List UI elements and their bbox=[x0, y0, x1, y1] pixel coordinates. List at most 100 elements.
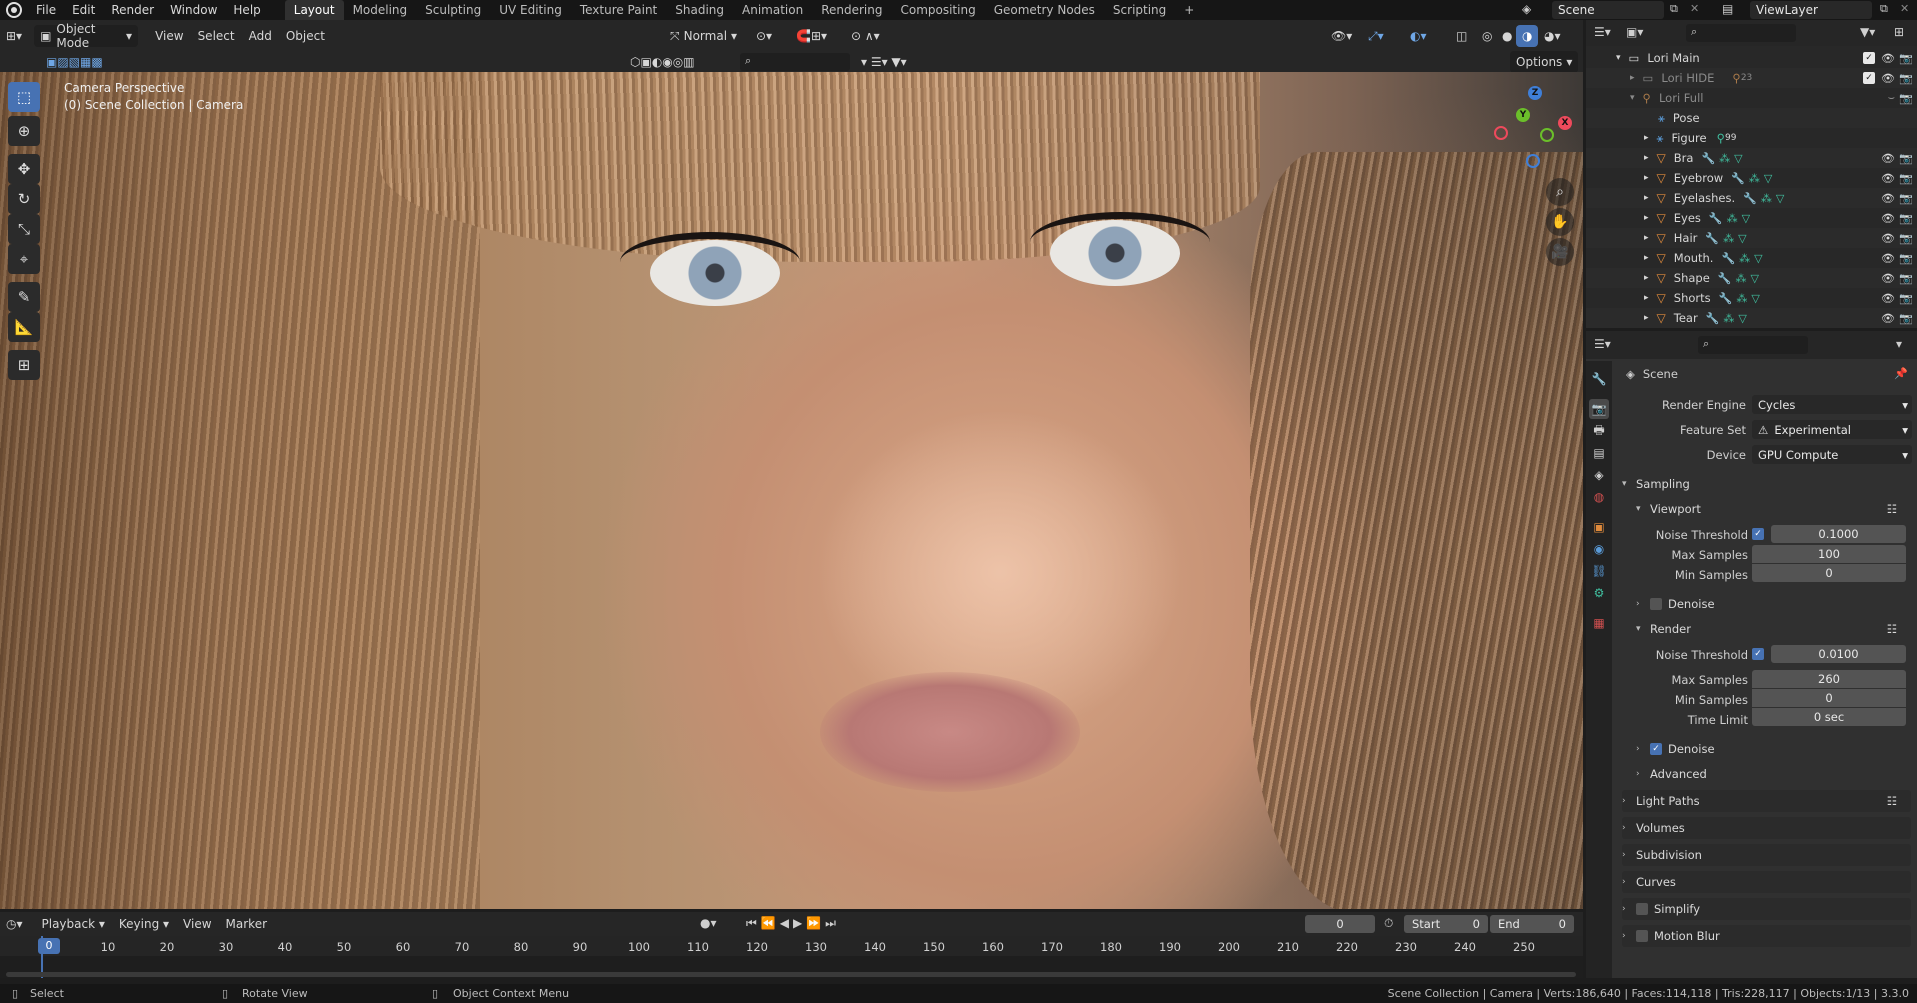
playhead[interactable]: 0 bbox=[38, 938, 60, 954]
tab-shading[interactable]: Shading bbox=[666, 0, 733, 20]
outliner-row-hair[interactable]: ▸ ▽ Hair 🔧 ⁂ ▽ 👁 📷 bbox=[1586, 228, 1917, 248]
outliner-row-pose[interactable]: ⚹ Pose bbox=[1586, 108, 1917, 128]
motion-blur-checkbox[interactable] bbox=[1636, 930, 1648, 942]
render-camera-icon[interactable]: 📷 bbox=[1899, 172, 1913, 185]
eye-icon[interactable]: 👁 bbox=[1881, 152, 1895, 165]
render-camera-icon[interactable]: 📷 bbox=[1899, 192, 1913, 205]
menu-select[interactable]: Select bbox=[191, 29, 242, 43]
mode-selector[interactable]: ▣ Object Mode ▾ bbox=[34, 22, 139, 50]
advanced-subpanel[interactable]: › Advanced bbox=[1636, 763, 1911, 785]
simplify-panel[interactable]: › Simplify bbox=[1622, 898, 1911, 920]
tab-layout[interactable]: Layout bbox=[284, 0, 344, 20]
outliner-row-eyes[interactable]: ▸ ▽ Eyes 🔧 ⁂ ▽ 👁 📷 bbox=[1586, 208, 1917, 228]
menu-render[interactable]: Render bbox=[103, 0, 162, 20]
eye-hidden-icon[interactable]: ⌣ bbox=[1888, 91, 1895, 105]
tab-animation[interactable]: Animation bbox=[733, 0, 812, 20]
menu-view[interactable]: View bbox=[148, 29, 190, 43]
overlay-toggle-icon[interactable]: ◐▾ bbox=[1404, 25, 1433, 47]
render-subpanel-header[interactable]: ▾ Render ☷ bbox=[1636, 618, 1911, 640]
viewport-subpanel-header[interactable]: ▾ Viewport ☷ bbox=[1636, 498, 1911, 520]
cursor-tool[interactable]: ⊕ bbox=[8, 116, 40, 146]
volumes-panel[interactable]: › Volumes bbox=[1622, 817, 1911, 839]
outliner-row-tear[interactable]: ▸ ▽ Tear 🔧 ⁂ ▽ 👁 📷 bbox=[1586, 308, 1917, 328]
pin-icon[interactable]: 📌 bbox=[1894, 367, 1908, 380]
tab-texture-paint[interactable]: Texture Paint bbox=[571, 0, 666, 20]
time-limit-field[interactable]: 0 sec bbox=[1752, 708, 1906, 726]
render-camera-icon[interactable]: 📷 bbox=[1899, 292, 1913, 305]
menu-playback[interactable]: Playback ▾ bbox=[35, 917, 112, 931]
vp-noise-threshold-checkbox[interactable]: ✓ bbox=[1752, 528, 1764, 540]
list-icon[interactable]: ☷ bbox=[1887, 502, 1897, 516]
list-icon[interactable]: ☷ bbox=[1887, 794, 1897, 808]
proportional-edit-icon[interactable]: ⊙ ∧▾ bbox=[845, 25, 886, 47]
tab-rendering[interactable]: Rendering bbox=[812, 0, 891, 20]
start-frame-field[interactable]: Start 0 bbox=[1404, 915, 1488, 933]
tool-tab-icon[interactable]: 🔧 bbox=[1589, 369, 1609, 389]
properties-search-input[interactable]: ⌕ bbox=[1698, 336, 1808, 354]
measure-tool[interactable]: 📐 bbox=[8, 312, 40, 342]
filter-icon[interactable]: ▼▾ bbox=[1860, 25, 1875, 39]
close-icon[interactable]: ✕ bbox=[1900, 2, 1909, 15]
tab-sculpting[interactable]: Sculpting bbox=[416, 0, 490, 20]
pan-hand-icon[interactable]: ✋ bbox=[1546, 208, 1574, 236]
menu-marker[interactable]: Marker bbox=[219, 917, 274, 931]
data-tab-icon[interactable]: ⚙ bbox=[1589, 583, 1609, 603]
vp-max-samples-field[interactable]: 100 bbox=[1752, 545, 1906, 563]
gizmo-neg-x[interactable] bbox=[1494, 126, 1508, 140]
eye-icon[interactable]: 👁 bbox=[1881, 192, 1895, 205]
outliner-row-lori-main[interactable]: ▾ ▭ Lori Main ✓ 👁 📷 bbox=[1586, 48, 1917, 68]
r-noise-threshold-checkbox[interactable]: ✓ bbox=[1752, 648, 1764, 660]
menu-edit[interactable]: Edit bbox=[64, 0, 103, 20]
view-filter-icon[interactable]: ▾ ☰▾ ▼▾ bbox=[855, 51, 913, 73]
r-denoise-subpanel[interactable]: › ✓ Denoise bbox=[1636, 738, 1911, 760]
light-paths-panel[interactable]: › Light Paths ☷ bbox=[1622, 790, 1911, 812]
menu-file[interactable]: File bbox=[28, 0, 64, 20]
outliner-row-mouth[interactable]: ▸ ▽ Mouth. 🔧 ⁂ ▽ 👁 📷 bbox=[1586, 248, 1917, 268]
r-min-samples-field[interactable]: 0 bbox=[1752, 689, 1906, 707]
expand-arrow-icon[interactable]: ▸ bbox=[1644, 233, 1649, 243]
render-camera-icon[interactable]: 📷 bbox=[1899, 312, 1913, 325]
expand-arrow-icon[interactable]: ▸ bbox=[1644, 133, 1649, 143]
view-layer-tab-icon[interactable]: ▤ bbox=[1589, 443, 1609, 463]
eye-icon[interactable]: 👁 bbox=[1881, 252, 1895, 265]
vp-min-samples-field[interactable]: 0 bbox=[1752, 564, 1906, 582]
rendered-shading-icon[interactable]: ◕▾ bbox=[1538, 25, 1567, 47]
outliner-row-shape[interactable]: ▸ ▽ Shape 🔧 ⁂ ▽ 👁 📷 bbox=[1586, 268, 1917, 288]
viewport-search-input[interactable]: ⌕ bbox=[740, 53, 850, 71]
tab-compositing[interactable]: Compositing bbox=[891, 0, 984, 20]
expand-arrow-icon[interactable]: ▸ bbox=[1644, 193, 1649, 203]
r-denoise-checkbox[interactable]: ✓ bbox=[1650, 743, 1662, 755]
annotate-tool[interactable]: ✎ bbox=[8, 282, 40, 312]
sampling-panel-header[interactable]: ▾ Sampling bbox=[1622, 473, 1911, 495]
editor-type-icon[interactable]: ◷▾ bbox=[0, 913, 29, 935]
feature-set-dropdown[interactable]: ⚠ Experimental ▾ bbox=[1752, 420, 1912, 439]
render-camera-icon[interactable]: 📷 bbox=[1899, 252, 1913, 265]
device-dropdown[interactable]: GPU Compute ▾ bbox=[1752, 445, 1912, 464]
blender-logo-icon[interactable] bbox=[6, 2, 22, 18]
expand-arrow-icon[interactable]: ▸ bbox=[1644, 273, 1649, 283]
curves-panel[interactable]: › Curves bbox=[1622, 871, 1911, 893]
menu-view[interactable]: View bbox=[176, 917, 218, 931]
include-checkbox[interactable]: ✓ bbox=[1863, 72, 1875, 84]
outliner-row-eyelashes[interactable]: ▸ ▽ Eyelashes. 🔧 ⁂ ▽ 👁 📷 bbox=[1586, 188, 1917, 208]
copy-icon[interactable]: ⧉ bbox=[1880, 2, 1888, 16]
tab-geometry-nodes[interactable]: Geometry Nodes bbox=[985, 0, 1104, 20]
gizmo-y-axis[interactable]: Y bbox=[1516, 108, 1530, 122]
outliner-row-lori-full[interactable]: ▾ ⚲ Lori Full ⌣ 📷 bbox=[1586, 88, 1917, 108]
snap-icon[interactable]: 🧲⊞▾ bbox=[790, 25, 833, 47]
filter-icons[interactable]: ⬡▣◐◉◎▥ bbox=[624, 51, 701, 73]
navigation-gizmo[interactable]: Z X Y bbox=[1490, 84, 1580, 174]
copy-icon[interactable]: ⧉ bbox=[1670, 2, 1678, 16]
expand-arrow-icon[interactable]: ▸ bbox=[1630, 73, 1635, 83]
select-box-tool[interactable]: ⬚ bbox=[8, 82, 40, 112]
view-layer-icon[interactable]: ▤ bbox=[1722, 2, 1733, 16]
timeline-body[interactable]: 0 10 20 30 40 50 60 70 80 90 100 110 120 130 140 150 16… bbox=[0, 936, 1583, 978]
physics-tab-icon[interactable]: ◉ bbox=[1589, 539, 1609, 559]
expand-arrow-icon[interactable]: ▸ bbox=[1644, 293, 1649, 303]
options-button[interactable]: Options ▾ bbox=[1510, 51, 1579, 73]
motion-blur-panel[interactable]: › Motion Blur bbox=[1622, 925, 1911, 947]
outliner-row-lori-hide[interactable]: ▸ ▭ Lori HIDE ⚲ 23 ✓ 👁 📷 bbox=[1586, 68, 1917, 88]
subdivision-panel[interactable]: › Subdivision bbox=[1622, 844, 1911, 866]
timeline-scrollbar[interactable] bbox=[6, 972, 1576, 977]
object-tab-icon[interactable]: ▣ bbox=[1589, 517, 1609, 537]
